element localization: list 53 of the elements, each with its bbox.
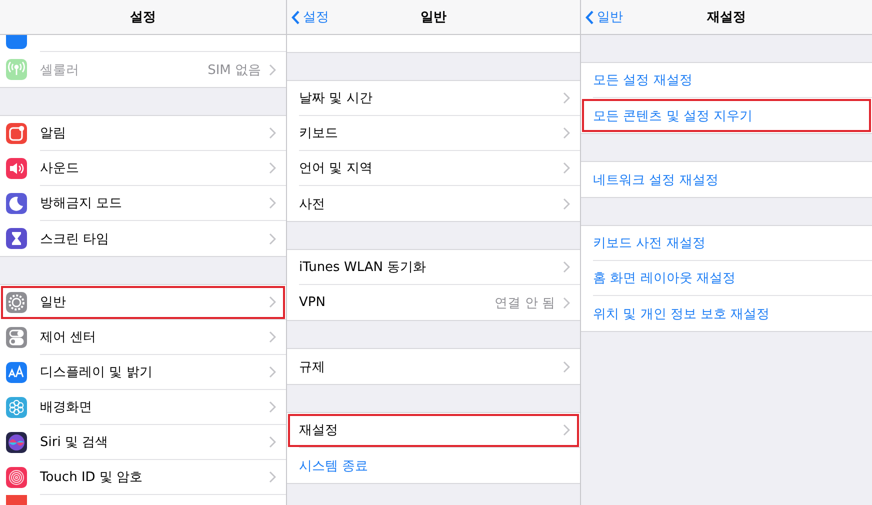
settings-row[interactable]: 규제 bbox=[287, 349, 580, 384]
chevron-icon bbox=[269, 331, 276, 343]
chevron-icon bbox=[269, 436, 276, 448]
chevron-icon bbox=[269, 401, 276, 413]
settings-row[interactable]: 배경화면 bbox=[0, 390, 286, 425]
settings-row[interactable]: Touch ID 및 암호 bbox=[0, 460, 286, 495]
chevron-icon bbox=[269, 232, 276, 244]
settings-row[interactable]: 일반 bbox=[0, 285, 286, 320]
back-chevron-icon bbox=[291, 10, 300, 24]
chevron-icon bbox=[563, 198, 570, 210]
settings-row[interactable]: 사운드 bbox=[0, 151, 286, 186]
settings-row[interactable]: 키보드 사전 재설정 bbox=[581, 226, 872, 261]
chevron-icon bbox=[269, 127, 276, 139]
settings-row[interactable]: Siri 및 검색 bbox=[0, 425, 286, 460]
settings-row[interactable]: 모든 설정 재설정 bbox=[581, 63, 872, 98]
settings-row[interactable]: 디스플레이 및 밝기 bbox=[0, 355, 286, 390]
chevron-icon bbox=[269, 296, 276, 308]
chevron-icon bbox=[563, 261, 570, 273]
settings-row[interactable]: 날짜 및 시간 bbox=[287, 81, 580, 116]
settings-row[interactable]: 제어 센터 bbox=[0, 320, 286, 355]
chevron-icon bbox=[563, 424, 570, 436]
settings-row[interactable]: 시스템 종료 bbox=[287, 448, 580, 483]
chevron-icon bbox=[563, 296, 570, 308]
chevron-icon bbox=[563, 162, 570, 174]
status-text: 연결 안 됨 bbox=[494, 294, 555, 312]
settings-row[interactable]: 사전 bbox=[287, 186, 580, 221]
settings-row[interactable]: 재설정 bbox=[287, 413, 580, 448]
chevron-icon bbox=[563, 127, 570, 139]
back-button[interactable]: 설정 bbox=[291, 8, 329, 26]
settings-row[interactable]: 언어 및 지역 bbox=[287, 151, 580, 186]
chevron-icon bbox=[563, 360, 570, 372]
chevron-icon bbox=[269, 471, 276, 483]
settings-row[interactable]: 위치 및 개인 정보 보호 재설정 bbox=[581, 296, 872, 331]
settings-row[interactable]: 홈 화면 레이아웃 재설정 bbox=[581, 261, 872, 296]
settings-row[interactable]: iTunes WLAN 동기화 bbox=[287, 250, 580, 285]
back-chevron-icon bbox=[585, 10, 594, 24]
status-text: SIM 없음 bbox=[208, 62, 261, 78]
settings-row[interactable]: VPN 연결 안 됨 bbox=[287, 285, 580, 320]
screen-title: 재설정 bbox=[707, 9, 746, 26]
chevron-icon bbox=[269, 366, 276, 378]
settings-row[interactable]: 스크린 타임 bbox=[0, 221, 286, 256]
screen-title: 설정 bbox=[130, 9, 156, 26]
settings-row[interactable]: 알림 bbox=[0, 116, 286, 151]
chevron-icon bbox=[269, 197, 276, 209]
settings-row[interactable]: 키보드 bbox=[287, 116, 580, 151]
chevron-icon bbox=[269, 162, 276, 174]
settings-row[interactable]: 네트워크 설정 재설정 bbox=[581, 162, 872, 197]
settings-row[interactable]: 방해금지 모드 bbox=[0, 186, 286, 221]
chevron-icon bbox=[563, 92, 570, 104]
chevron-icon bbox=[269, 64, 276, 76]
back-button[interactable]: 일반 bbox=[585, 8, 623, 26]
screen-title: 일반 bbox=[420, 9, 446, 26]
settings-row[interactable]: 모든 콘텐츠 및 설정 지우기 bbox=[581, 98, 872, 133]
